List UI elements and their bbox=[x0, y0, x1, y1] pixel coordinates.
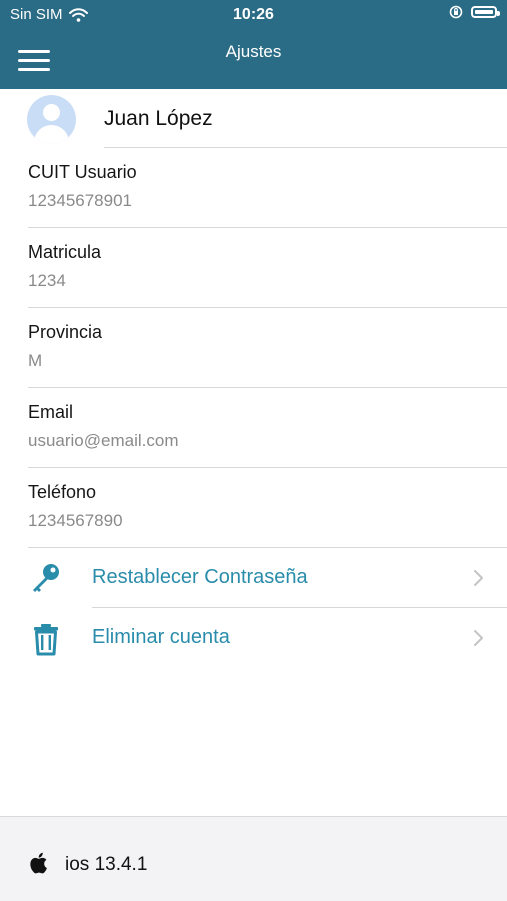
apple-icon bbox=[30, 852, 47, 874]
chevron-right-icon bbox=[474, 630, 483, 646]
field-value: 1234567890 bbox=[28, 511, 123, 530]
navigation-header: Sin SIM 10:26 Ajustes bbox=[0, 0, 507, 89]
battery-icon bbox=[471, 6, 500, 18]
delete-account-button[interactable]: Eliminar cuenta bbox=[0, 609, 507, 668]
avatar-head-shape bbox=[43, 104, 60, 121]
field-cuit: CUIT Usuario 12345678901 bbox=[0, 148, 507, 228]
field-label: Matricula bbox=[28, 242, 102, 262]
divider bbox=[28, 547, 507, 548]
page-title: Ajustes bbox=[225, 42, 282, 61]
status-time: 10:26 bbox=[233, 6, 274, 23]
orientation-lock-icon bbox=[449, 5, 463, 19]
footer-bar: ios 13.4.1 bbox=[0, 816, 507, 901]
chevron-right-icon bbox=[474, 570, 483, 586]
avatar bbox=[27, 95, 76, 144]
profile-row: Juan López bbox=[0, 89, 507, 148]
field-value: 12345678901 bbox=[28, 191, 133, 210]
field-value: 1234 bbox=[28, 271, 66, 290]
field-label: CUIT Usuario bbox=[28, 162, 137, 182]
reset-password-label: Restablecer Contraseña bbox=[92, 566, 308, 588]
menu-bar-icon bbox=[18, 68, 50, 71]
field-label: Provincia bbox=[28, 322, 103, 342]
profile-name: Juan López bbox=[104, 107, 213, 130]
status-icons bbox=[449, 5, 500, 19]
field-label: Teléfono bbox=[28, 482, 97, 502]
reset-password-button[interactable]: Restablecer Contraseña bbox=[0, 549, 507, 608]
key-icon bbox=[33, 564, 59, 592]
delete-account-label: Eliminar cuenta bbox=[92, 626, 230, 648]
field-telefono: Teléfono 1234567890 bbox=[0, 468, 507, 548]
divider bbox=[92, 607, 507, 608]
field-value: usuario@email.com bbox=[28, 431, 179, 450]
field-email: Email usuario@email.com bbox=[0, 388, 507, 468]
trash-icon bbox=[34, 624, 58, 656]
status-bar: Sin SIM 10:26 bbox=[0, 0, 507, 30]
field-value: M bbox=[28, 351, 43, 370]
field-matricula: Matricula 1234 bbox=[0, 228, 507, 308]
ios-version-label: ios 13.4.1 bbox=[65, 854, 148, 875]
avatar-body-shape bbox=[34, 125, 69, 144]
field-provincia: Provincia M bbox=[0, 308, 507, 388]
field-label: Email bbox=[28, 402, 74, 422]
